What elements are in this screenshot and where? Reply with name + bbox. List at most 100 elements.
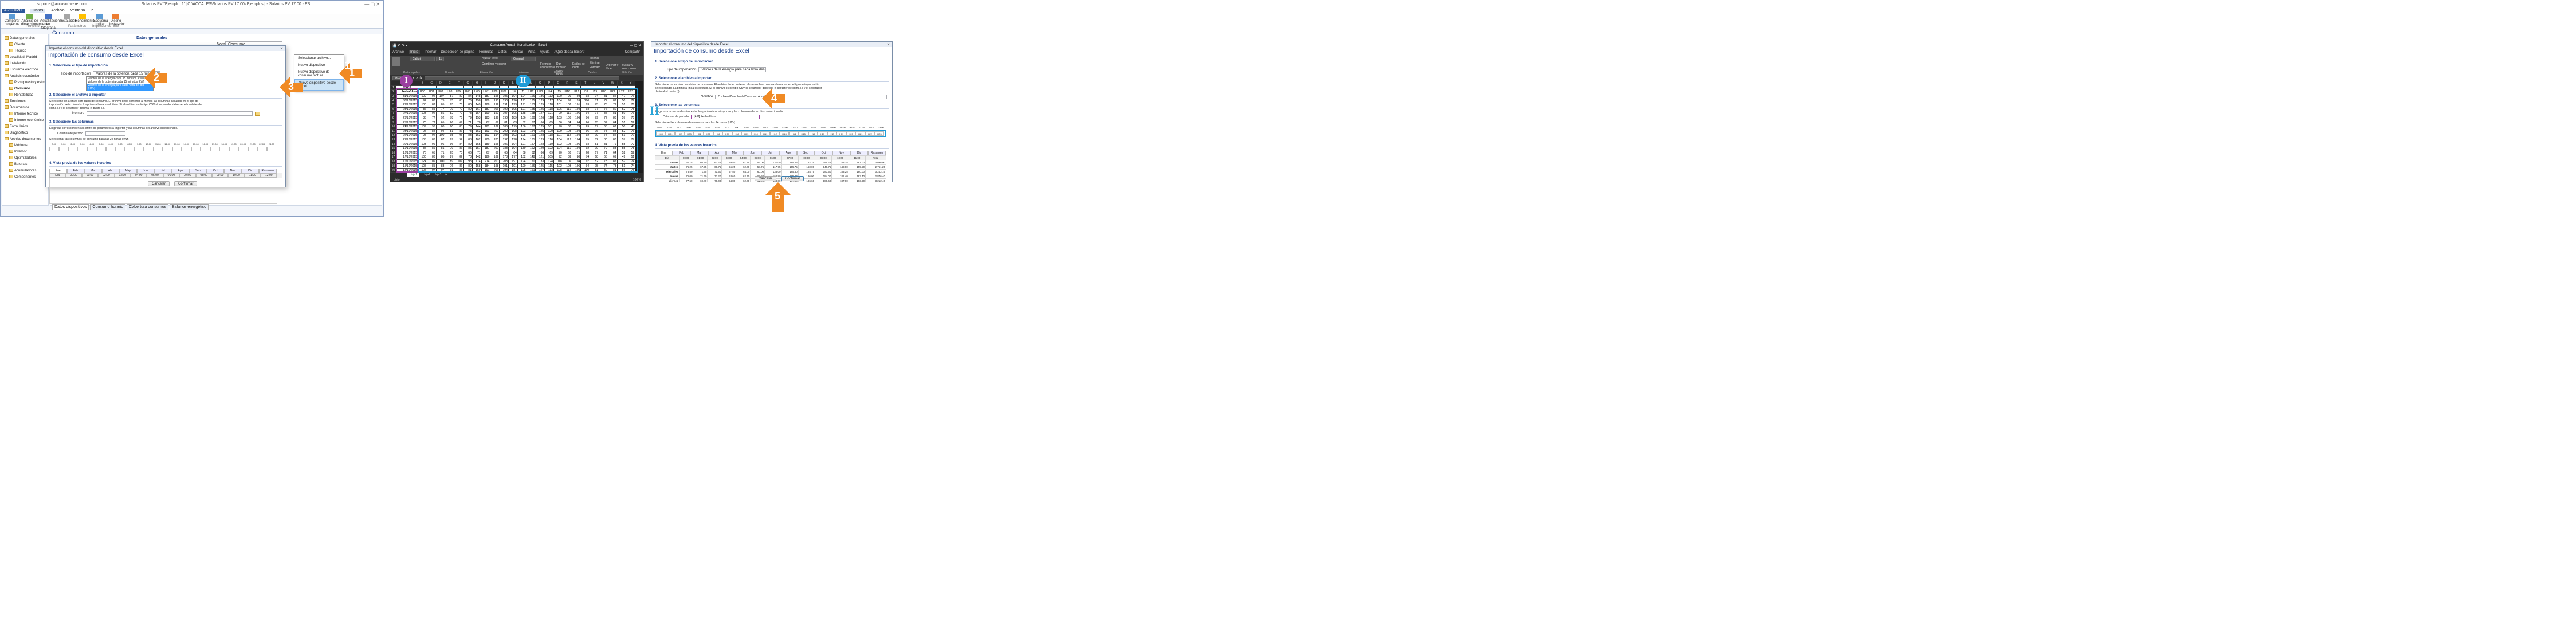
hour-column-select[interactable]: H12 bbox=[770, 131, 780, 136]
hour-column-select[interactable]: H21 bbox=[855, 131, 866, 136]
row-header[interactable]: 6 bbox=[390, 107, 396, 112]
hour-column-select[interactable]: H07 bbox=[722, 131, 732, 136]
row-header[interactable]: 1 bbox=[390, 85, 396, 91]
column-header[interactable]: C bbox=[426, 81, 437, 86]
row-header[interactable]: 19 bbox=[390, 163, 396, 169]
hour-column-select[interactable]: H13 bbox=[779, 131, 790, 136]
tree-item[interactable]: Archivo documentos bbox=[2, 136, 48, 143]
month-tab[interactable]: Sep bbox=[797, 151, 815, 155]
month-tab[interactable]: May bbox=[726, 151, 744, 155]
hour-column-select[interactable]: H18 bbox=[827, 131, 837, 136]
cancel-button[interactable]: Cancelar bbox=[148, 181, 170, 186]
hour-column-select[interactable] bbox=[172, 147, 182, 151]
share-button[interactable]: Compartir bbox=[625, 50, 640, 54]
month-tab[interactable]: Oct bbox=[206, 169, 224, 173]
month-tab[interactable]: Resumen bbox=[259, 169, 277, 173]
tree-item[interactable]: Rentabilidad bbox=[2, 92, 48, 99]
tab-datos[interactable]: Datos bbox=[30, 9, 46, 13]
tab-cobertura[interactable]: Cobertura consumos bbox=[127, 204, 169, 210]
tree-item[interactable]: Informe económico bbox=[2, 117, 48, 124]
month-tab[interactable]: Jul bbox=[761, 151, 779, 155]
column-header[interactable]: Q bbox=[553, 81, 563, 86]
month-tab[interactable]: Feb bbox=[673, 151, 690, 155]
excel-tab[interactable]: Insertar bbox=[425, 50, 436, 54]
hour-column-select[interactable]: H20 bbox=[846, 131, 856, 136]
row-header[interactable]: 10 bbox=[390, 124, 396, 130]
hour-column-select[interactable]: H15 bbox=[798, 131, 808, 136]
corner-cell[interactable] bbox=[390, 81, 396, 86]
hour-column-select[interactable]: H10 bbox=[751, 131, 761, 136]
tree-item[interactable]: Esquema eléctrico bbox=[2, 67, 48, 73]
hour-column-select[interactable] bbox=[153, 147, 163, 151]
hour-column-select[interactable]: H05 bbox=[703, 131, 713, 136]
merge-center[interactable]: Combinar y centrar bbox=[482, 62, 506, 66]
column-header[interactable]: F bbox=[454, 81, 464, 86]
tree-item[interactable]: Técnico bbox=[2, 48, 48, 54]
month-tab[interactable]: Abr bbox=[101, 169, 119, 173]
hour-column-select[interactable]: H06 bbox=[713, 131, 723, 136]
month-tab[interactable]: Nov bbox=[833, 151, 850, 155]
row-header[interactable]: 17 bbox=[390, 155, 396, 160]
close-icon[interactable]: ✕ bbox=[887, 42, 890, 46]
columna-select[interactable] bbox=[85, 131, 126, 136]
hour-column-select[interactable] bbox=[87, 147, 97, 151]
hour-column-select[interactable]: H16 bbox=[808, 131, 818, 136]
month-tab[interactable]: Ene bbox=[655, 151, 673, 155]
column-header[interactable]: P bbox=[544, 81, 554, 86]
row-header[interactable]: 18 bbox=[390, 159, 396, 164]
format-cells[interactable]: Formato bbox=[590, 66, 600, 69]
row-header[interactable]: 12 bbox=[390, 133, 396, 138]
row-header[interactable]: 13 bbox=[390, 137, 396, 143]
excel-tab[interactable]: Vista bbox=[528, 50, 535, 54]
find-select[interactable]: Buscar y seleccionar bbox=[622, 64, 637, 70]
month-tab[interactable]: Resumen bbox=[868, 151, 886, 155]
hour-column-select[interactable] bbox=[257, 147, 267, 151]
ribbon-btn-comparar[interactable]: Comparar proyectos bbox=[4, 14, 20, 26]
tree-item[interactable]: Baterías bbox=[2, 162, 48, 168]
tab-file[interactable]: ARCHIVO bbox=[2, 9, 25, 13]
tipo-option-3[interactable]: Valores de la energía para cada hora del… bbox=[87, 84, 153, 91]
sheet-tab-2[interactable]: Hoja2 bbox=[423, 173, 430, 177]
close-icon[interactable]: ✕ bbox=[280, 46, 283, 50]
hour-column-select[interactable] bbox=[210, 147, 219, 151]
row-header[interactable]: 8 bbox=[390, 115, 396, 121]
tree-item[interactable]: Módulos bbox=[2, 143, 48, 149]
column-header[interactable]: T bbox=[580, 81, 591, 86]
delete-cells[interactable]: Eliminar bbox=[590, 61, 600, 65]
menu-item-nuevo[interactable]: Nuevo dispositivo bbox=[294, 62, 344, 69]
number-format[interactable]: General bbox=[511, 57, 536, 61]
excel-qat[interactable]: 💾 ↶ ↷ ▾ bbox=[392, 44, 407, 48]
hour-column-select[interactable] bbox=[77, 147, 87, 151]
tree-item[interactable]: Informe técnico bbox=[2, 111, 48, 117]
hour-column-select[interactable]: H09 bbox=[741, 131, 751, 136]
excel-tab[interactable]: Inicio bbox=[409, 50, 421, 54]
month-tab[interactable]: Feb bbox=[66, 169, 84, 173]
month-tab[interactable]: Oct bbox=[815, 151, 833, 155]
month-tab[interactable]: Nov bbox=[224, 169, 242, 173]
cond-format[interactable]: Formato condicional bbox=[540, 62, 555, 69]
paste-icon[interactable] bbox=[392, 57, 400, 66]
tree-item[interactable]: Formularios bbox=[2, 124, 48, 130]
tree-item[interactable]: Instalación bbox=[2, 61, 48, 67]
tree-item[interactable]: Acumuladores bbox=[2, 168, 48, 174]
hour-column-select[interactable] bbox=[238, 147, 248, 151]
month-tab[interactable]: Dic bbox=[241, 169, 259, 173]
columna-select[interactable]: [A1f] Fecha/Hora bbox=[691, 115, 760, 119]
hour-column-select[interactable]: H23 bbox=[874, 131, 885, 136]
hour-column-select[interactable] bbox=[125, 147, 135, 151]
column-header[interactable]: G bbox=[462, 81, 473, 86]
hour-column-select[interactable] bbox=[219, 147, 229, 151]
excel-tab[interactable]: Ayuda bbox=[540, 50, 549, 54]
confirm-button[interactable]: Confirmar bbox=[174, 181, 198, 186]
hour-column-select[interactable] bbox=[163, 147, 172, 151]
ribbon-btn-foto[interactable]: Visualización en fotografía bbox=[40, 14, 60, 30]
month-tab[interactable]: May bbox=[119, 169, 137, 173]
ribbon-btn-rendimiento[interactable]: Rendimiento... bbox=[75, 14, 97, 23]
column-header[interactable]: U bbox=[590, 81, 599, 86]
tree-item[interactable]: Inversor bbox=[2, 149, 48, 155]
tab-help[interactable]: ? bbox=[91, 9, 93, 13]
hour-column-select[interactable]: H11 bbox=[760, 131, 771, 136]
tab-ventana[interactable]: Ventana bbox=[70, 9, 85, 13]
hour-column-select[interactable]: H04 bbox=[694, 131, 704, 136]
tree-item[interactable]: Optimizadores bbox=[2, 155, 48, 162]
